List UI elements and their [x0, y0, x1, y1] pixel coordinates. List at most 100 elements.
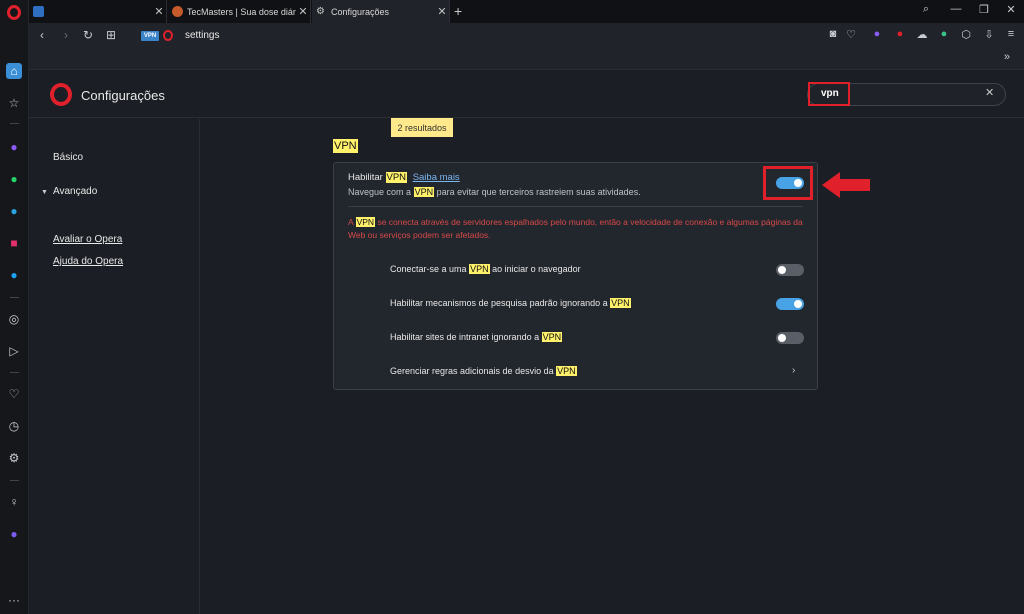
outlook-icon: [33, 6, 44, 17]
instagram-icon[interactable]: ■: [6, 235, 22, 251]
desc-text: para evitar que terceiros rastreiem suas…: [436, 187, 641, 197]
sidebar-separator: [10, 123, 19, 124]
nav-advanced[interactable]: Avançado: [53, 186, 97, 197]
divider: [348, 206, 803, 207]
settings-header: Configurações vpn ✕: [29, 70, 1024, 118]
search-match: VPN: [469, 264, 490, 274]
enable-vpn-label: Habilitar VPN Saiba mais: [348, 172, 803, 183]
extension-icon[interactable]: ●: [6, 526, 22, 542]
search-bypass-row: Habilitar mecanismos de pesquisa padrão …: [390, 298, 770, 308]
tab-title: TecMasters | Sua dose diári: [187, 6, 296, 17]
messenger-icon[interactable]: ●: [6, 139, 22, 155]
menu-icon[interactable]: ≡: [1004, 28, 1018, 40]
sidebar-separator: [10, 480, 19, 481]
results-count-badge: 2 resultados: [391, 118, 453, 137]
history-icon[interactable]: ◷: [6, 418, 22, 434]
vpn-warning: A VPN se conecta através de servidores e…: [348, 216, 803, 242]
settings-nav: Básico ▼ Avançado Avaliar o Opera Ajuda …: [29, 119, 200, 614]
tab-settings[interactable]: ⚙ Configurações ✕: [312, 0, 450, 23]
mic-icon[interactable]: ●: [893, 28, 907, 40]
opera-sidebar: ⌂ ☆ ● ● ● ■ ● ◎ ▷ ♡ ◷ ⚙ ♀ ● ···: [0, 0, 29, 614]
tab-title: Configurações: [331, 6, 390, 17]
search-match: VPN: [556, 366, 577, 376]
page-title: Configurações: [81, 88, 165, 103]
tab-strip: ✕ TecMasters | Sua dose diári ✕ ⚙ Config…: [29, 0, 1024, 23]
vpn-settings-card: Habilitar VPN Saiba mais Navegue com a V…: [333, 162, 818, 390]
speed-dial-icon[interactable]: ⊞: [104, 28, 118, 42]
star-icon[interactable]: ☆: [6, 95, 22, 111]
tab-tecmasters[interactable]: TecMasters | Sua dose diári ✕: [168, 0, 311, 23]
intranet-bypass-toggle[interactable]: [776, 332, 804, 344]
lightbulb-icon[interactable]: ♀: [6, 494, 22, 510]
player-icon[interactable]: ◎: [6, 311, 22, 327]
opera-logo-icon: [50, 83, 72, 106]
connect-on-start-toggle[interactable]: [776, 264, 804, 276]
search-match: VPN: [355, 217, 376, 227]
download-icon[interactable]: ⇩: [982, 28, 996, 41]
label-text: Habilitar: [348, 172, 383, 183]
more-icon[interactable]: ···: [6, 592, 22, 608]
chevron-right-icon[interactable]: ›: [792, 365, 795, 376]
search-match: VPN: [541, 332, 563, 342]
search-match: VPN: [413, 187, 435, 197]
gear-icon: ⚙: [316, 6, 325, 17]
heart-icon[interactable]: ♡: [844, 28, 858, 41]
window-close-icon[interactable]: ✕: [1003, 3, 1019, 16]
search-value[interactable]: vpn: [821, 88, 839, 99]
vpn-badge[interactable]: VPN: [141, 31, 159, 41]
search-tabs-icon[interactable]: ⌕: [918, 3, 934, 16]
opera-url-icon: [163, 30, 173, 41]
send-icon[interactable]: ▷: [6, 343, 22, 359]
more-bookmarks-icon[interactable]: »: [1004, 51, 1010, 63]
search-match: VPN: [610, 298, 631, 308]
label-text: Habilitar mecanismos de pesquisa padrão …: [390, 298, 608, 308]
reload-icon[interactable]: ↻: [81, 28, 95, 42]
connect-on-start-row: Conectar-se a uma VPN ao iniciar o naveg…: [390, 264, 770, 274]
amazon-icon[interactable]: ●: [937, 28, 951, 40]
telegram-icon[interactable]: ●: [6, 203, 22, 219]
close-icon[interactable]: ✕: [152, 5, 166, 18]
label-text: Gerenciar regras adicionais de desvio da: [390, 366, 554, 376]
cloud-icon[interactable]: ☁: [915, 28, 929, 41]
close-icon[interactable]: ✕: [296, 5, 310, 18]
red-arrow-icon: [822, 172, 870, 198]
new-tab-plus-icon[interactable]: +: [454, 3, 462, 19]
heart-icon[interactable]: ♡: [6, 386, 22, 402]
tecmasters-icon: [172, 6, 183, 17]
restore-icon[interactable]: ❐: [976, 3, 992, 16]
nav-basic[interactable]: Básico: [53, 152, 83, 163]
label-text: ao iniciar o navegador: [492, 264, 581, 274]
label-text: Conectar-se a uma: [390, 264, 467, 274]
gear-icon[interactable]: ⚙: [6, 450, 22, 466]
learn-more-link[interactable]: Saiba mais: [413, 172, 460, 183]
clear-search-icon[interactable]: ✕: [985, 86, 994, 99]
extension-icon[interactable]: ●: [870, 28, 884, 40]
sidebar-separator: [10, 297, 19, 298]
twitter-icon[interactable]: ●: [6, 267, 22, 283]
intranet-bypass-row: Habilitar sites de intranet ignorando a …: [390, 332, 770, 342]
forward-icon[interactable]: ›: [59, 28, 73, 42]
back-icon[interactable]: ‹: [35, 28, 49, 42]
chevron-down-icon: ▼: [41, 189, 48, 196]
settings-page: Configurações vpn ✕ Básico ▼ Avançado Av…: [29, 70, 1024, 614]
tab-outlook[interactable]: ✕: [29, 0, 167, 23]
section-title: VPN: [333, 139, 358, 153]
warn-text: A: [348, 217, 354, 227]
opera-help-link[interactable]: Ajuda do Opera: [53, 256, 123, 267]
address-bar: ‹ › ↻ ⊞ VPN settings ◙ ♡ ● ● ☁ ● ⬡ ⇩ ≡: [29, 23, 1024, 48]
search-bypass-toggle[interactable]: [776, 298, 804, 310]
label-text: Habilitar sites de intranet ignorando a: [390, 332, 540, 342]
home-icon[interactable]: ⌂: [6, 63, 22, 79]
close-icon[interactable]: ✕: [435, 5, 449, 18]
opera-logo-icon[interactable]: [7, 5, 21, 20]
minimize-icon[interactable]: —: [948, 3, 964, 15]
url-field[interactable]: settings: [185, 30, 219, 41]
cube-icon[interactable]: ⬡: [959, 28, 973, 41]
whatsapp-icon[interactable]: ●: [6, 171, 22, 187]
sidebar-separator: [10, 372, 19, 373]
camera-icon[interactable]: ◙: [826, 28, 840, 40]
enable-vpn-row: Habilitar VPN Saiba mais Navegue com a V…: [348, 172, 803, 197]
search-match: VPN: [385, 172, 408, 183]
rate-opera-link[interactable]: Avaliar o Opera: [53, 234, 122, 245]
manage-bypass-rules-row[interactable]: Gerenciar regras adicionais de desvio da…: [390, 366, 770, 376]
